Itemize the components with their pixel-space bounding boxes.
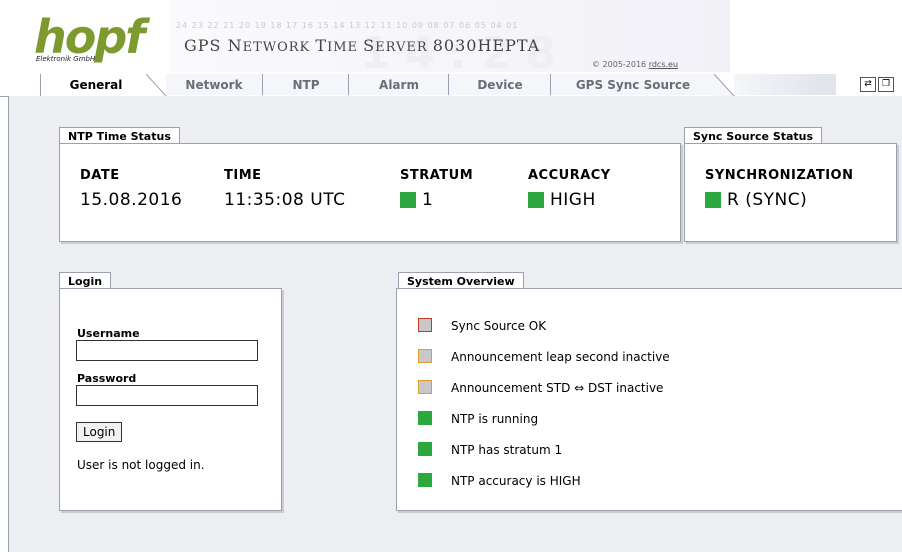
accuracy-label: ACCURACY: [528, 168, 611, 183]
leap-second-indicator: [418, 349, 432, 363]
hopf-logo: hopf: [34, 10, 145, 64]
device-title: GPS NETWORK TIME SERVER 8030HEPTA: [184, 36, 541, 55]
tab-general[interactable]: General: [40, 74, 151, 97]
copyright-link[interactable]: rdcs.eu: [649, 60, 678, 69]
tab-alarm[interactable]: Alarm: [348, 74, 449, 95]
time-value: 11:35:08 UTC: [224, 190, 346, 210]
username-input[interactable]: [76, 340, 258, 361]
login-status-text: User is not logged in.: [77, 458, 205, 472]
ntp-accuracy-indicator: [418, 473, 432, 487]
header-digits: 24 23 22 21 20 19 18 17 16 15 14 13 12 1…: [176, 21, 519, 30]
password-label: Password: [77, 372, 137, 385]
synchronization-value-text: R (SYNC): [727, 190, 808, 210]
tab-network[interactable]: Network: [166, 74, 262, 95]
tab-ntp[interactable]: NTP: [262, 74, 349, 95]
overview-item: NTP accuracy is HIGH: [451, 474, 581, 488]
copyright: © 2005-2016 rdcs.eu: [592, 60, 678, 69]
overview-item: Announcement leap second inactive: [451, 350, 670, 364]
stratum-status-indicator: [400, 192, 416, 208]
window-controls: ⇄ ❐: [860, 77, 894, 92]
ntp-running-indicator: [418, 411, 432, 425]
overview-item: NTP has stratum 1: [451, 443, 563, 457]
tab-end-edge: [712, 74, 735, 96]
date-label: DATE: [80, 168, 120, 183]
accuracy-status-indicator: [528, 192, 544, 208]
synchronization-label: SYNCHRONIZATION: [705, 168, 854, 183]
login-button[interactable]: Login: [76, 422, 123, 442]
stratum-value-text: 1: [422, 190, 434, 210]
tab-device[interactable]: Device: [448, 74, 551, 95]
tab-general-edge: [142, 74, 166, 96]
copyright-text: © 2005-2016: [592, 60, 649, 69]
overview-item: Announcement STD ⇔ DST inactive: [451, 381, 664, 395]
password-input[interactable]: [76, 385, 258, 406]
accuracy-value: HIGH: [528, 190, 596, 210]
username-label: Username: [77, 327, 140, 340]
stratum-label: STRATUM: [400, 168, 474, 183]
window-icon[interactable]: ❐: [878, 77, 894, 92]
overview-item: Sync Source OK: [451, 319, 547, 333]
date-value: 15.08.2016: [80, 190, 183, 210]
overview-item: NTP is running: [451, 412, 539, 426]
tab-gps-sync-source[interactable]: GPS Sync Source: [550, 74, 715, 95]
time-label: TIME: [224, 168, 262, 183]
refresh-icon[interactable]: ⇄: [860, 77, 876, 92]
std-dst-indicator: [418, 380, 432, 394]
tab-bar-fill: [734, 74, 836, 95]
synchronization-value: R (SYNC): [705, 190, 807, 210]
stratum-value: 1: [400, 190, 433, 210]
accuracy-value-text: HIGH: [550, 190, 596, 210]
ntp-stratum-indicator: [418, 442, 432, 456]
sync-status-indicator: [705, 192, 721, 208]
logo-subtitle: Elektronik GmbH: [36, 55, 96, 63]
sync-source-indicator: [418, 318, 432, 332]
header: 14:28 hopf Elektronik GmbH 24 23 22 21 2…: [0, 0, 902, 79]
